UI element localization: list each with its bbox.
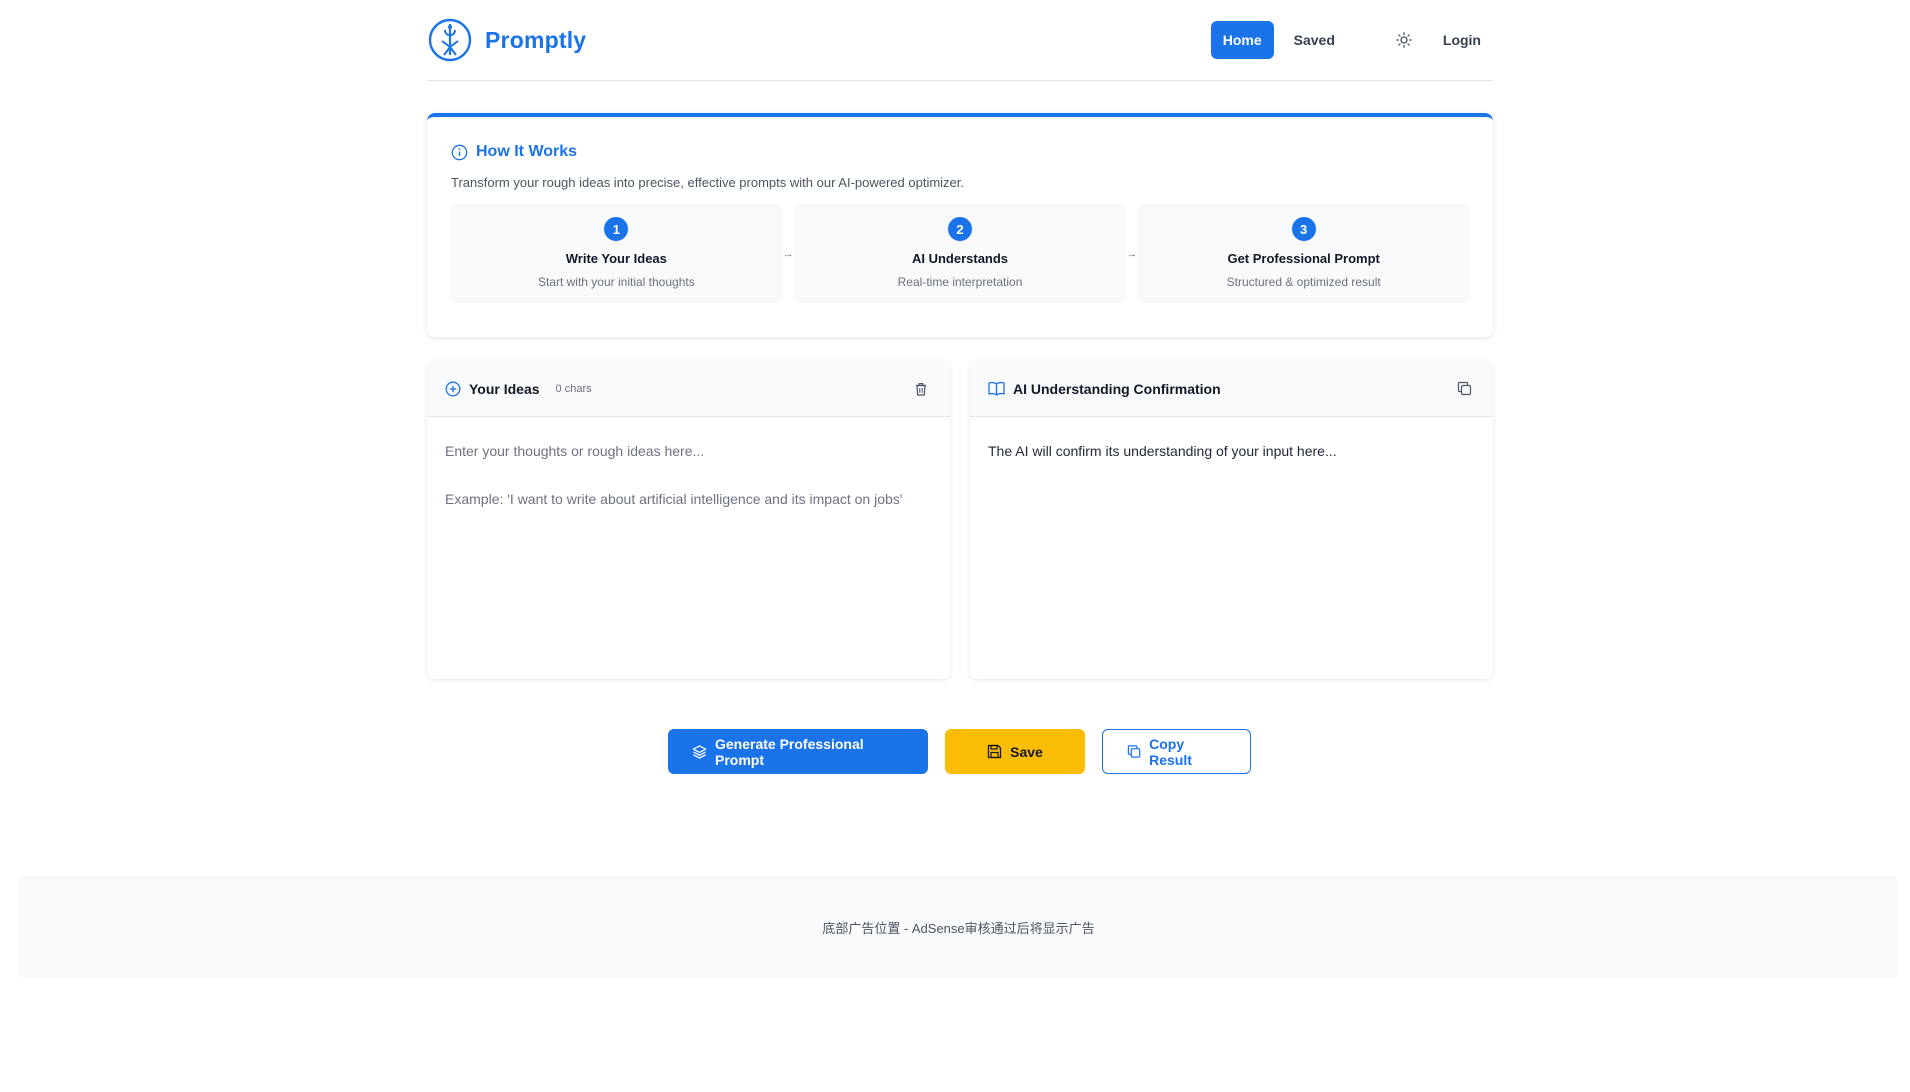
brand-name: Promptly (485, 26, 587, 53)
step-card: 2 AI Understands Real-time interpretatio… (794, 204, 1126, 303)
info-icon (451, 144, 468, 160)
nav-saved-button[interactable]: Saved (1282, 21, 1347, 59)
copy-result-label: Copy Result (1149, 735, 1192, 768)
brand[interactable]: Promptly (427, 17, 586, 63)
how-it-works-title: How It Works (476, 143, 578, 160)
nav-login-button[interactable]: Login (1431, 21, 1493, 59)
ideas-panel-header: Your Ideas 0 chars (427, 361, 950, 417)
trash-icon (916, 382, 926, 396)
ideas-placeholder: Enter your thoughts or rough ideas here.… (445, 443, 903, 507)
ideas-panel-heading: Your Ideas 0 chars (445, 381, 592, 397)
step-number: 3 (1291, 217, 1316, 241)
copy-understanding-button[interactable] (1453, 378, 1475, 400)
action-buttons: Generate Professional Prompt Save Copy R… (427, 729, 1493, 774)
clear-button[interactable] (910, 378, 932, 400)
how-it-works-description: Transform your rough ideas into precise,… (451, 175, 965, 190)
header: Promptly Home Saved Login (427, 0, 1493, 81)
ad-placeholder-text: 底部广告位置 - AdSense审核通过后将显示广告 (822, 920, 1095, 936)
ai-panel-title: AI Understanding Confirmation (1013, 380, 1221, 397)
step-card: 1 Write Your Ideas Start with your initi… (451, 204, 782, 303)
generate-prompt-button[interactable]: Generate Professional Prompt (668, 729, 928, 774)
step-subtitle: Structured & optimized result (1226, 275, 1381, 289)
step-number: 1 (604, 217, 629, 241)
step-title: Write Your Ideas (565, 251, 667, 266)
save-label: Save (1010, 743, 1043, 760)
step-card: 3 Get Professional Prompt Structured & o… (1138, 204, 1470, 303)
step-arrow-icon: → (1126, 247, 1138, 260)
ad-banner: 底部广告位置 - AdSense审核通过后将显示广告 (19, 876, 1898, 978)
copy-icon (1127, 745, 1141, 758)
nav-home-button[interactable]: Home (1210, 21, 1274, 59)
plus-circle-icon (445, 381, 461, 396)
layers-icon (692, 744, 707, 759)
ai-panel: AI Understanding Confirmation The AI wil… (970, 361, 1493, 679)
steps-row: 1 Write Your Ideas Start with your initi… (451, 204, 1470, 303)
save-button[interactable]: Save (945, 729, 1085, 774)
page-container: Promptly Home Saved Login How It Works T… (427, 0, 1493, 774)
sun-icon (1396, 32, 1412, 48)
step-number: 2 (948, 217, 972, 241)
ideas-panel-title: Your Ideas (469, 380, 540, 397)
ai-panel-heading: AI Understanding Confirmation (988, 381, 1221, 397)
copy-result-button[interactable]: Copy Result (1102, 729, 1251, 774)
editor-panels: Your Ideas 0 chars Enter your thoughts o… (427, 361, 1493, 679)
floppy-disk-icon (987, 744, 1002, 759)
step-arrow-icon: → (782, 247, 794, 260)
step-title: AI Understands (911, 251, 1009, 266)
ai-panel-header: AI Understanding Confirmation (970, 361, 1493, 417)
ai-output-text: The AI will confirm its understanding of… (988, 443, 1337, 459)
logo-icon (428, 18, 472, 62)
ideas-input[interactable]: Enter your thoughts or rough ideas here.… (427, 417, 950, 533)
main-nav: Home Saved Login (1210, 21, 1493, 59)
step-subtitle: Start with your initial thoughts (537, 275, 695, 289)
how-it-works-heading: How It Works (451, 143, 1469, 161)
how-it-works-card: How It Works Transform your rough ideas … (427, 113, 1493, 337)
char-count: 0 chars (555, 382, 592, 395)
ideas-panel: Your Ideas 0 chars Enter your thoughts o… (427, 361, 950, 679)
generate-prompt-label: Generate Professional Prompt (715, 735, 864, 768)
copy-icon (1457, 381, 1471, 396)
step-title: Get Professional Prompt (1227, 251, 1380, 266)
theme-toggle-button[interactable] (1385, 21, 1423, 59)
book-open-icon (988, 381, 1005, 396)
step-subtitle: Real-time interpretation (897, 275, 1023, 289)
ai-output: The AI will confirm its understanding of… (970, 417, 1493, 485)
